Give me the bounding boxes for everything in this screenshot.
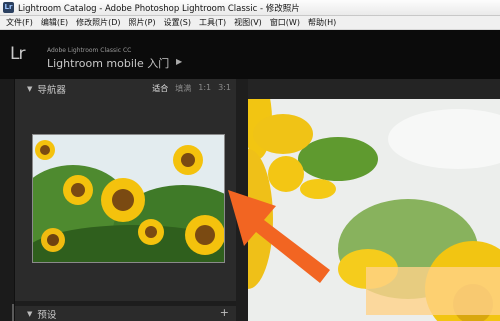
presets-title: 预设 bbox=[37, 309, 57, 321]
navigator-zoom-options: 适合 填满 1:1 3:1 bbox=[152, 83, 231, 94]
left-edge-scrollbar[interactable] bbox=[0, 79, 14, 321]
menu-develop[interactable]: 修改照片(D) bbox=[72, 17, 124, 28]
menu-help[interactable]: 帮助(H) bbox=[304, 17, 340, 28]
zoom-fill[interactable]: 填满 bbox=[175, 83, 191, 94]
presets-header[interactable]: ▼ 预设 + bbox=[15, 306, 237, 321]
window-title: Lightroom Catalog - Adobe Photoshop Ligh… bbox=[18, 3, 300, 14]
left-panel: ▼ 导航器 适合 填满 1:1 3:1 ▼ 预设 + bbox=[14, 79, 237, 321]
product-name: Adobe Lightroom Classic CC bbox=[47, 47, 132, 54]
panel-gutter bbox=[236, 79, 248, 321]
menu-settings[interactable]: 设置(S) bbox=[160, 17, 195, 28]
lightroom-app-icon: Lr bbox=[3, 2, 14, 13]
lr-logo: Lr bbox=[10, 44, 26, 64]
menu-view[interactable]: 视图(V) bbox=[230, 17, 266, 28]
menu-window[interactable]: 窗口(W) bbox=[266, 17, 304, 28]
sunflower-main-image bbox=[248, 99, 500, 321]
zoom-fit[interactable]: 适合 bbox=[152, 83, 168, 94]
panel-collapse-triangle-icon[interactable]: ▼ bbox=[27, 310, 32, 318]
main-image-view[interactable] bbox=[248, 99, 500, 321]
menu-edit[interactable]: 编辑(E) bbox=[37, 17, 72, 28]
panel-collapse-triangle-icon[interactable]: ▼ bbox=[27, 85, 32, 93]
navigator-header[interactable]: ▼ 导航器 适合 填满 1:1 3:1 bbox=[15, 79, 237, 98]
identity-plate: Lr Adobe Lightroom Classic CC Lightroom … bbox=[0, 30, 500, 79]
menu-tools[interactable]: 工具(T) bbox=[195, 17, 230, 28]
zoom-1-1[interactable]: 1:1 bbox=[198, 83, 211, 94]
mobile-arrow-icon[interactable]: ▶ bbox=[176, 57, 182, 66]
sunflower-thumbnail-image bbox=[33, 135, 224, 262]
zoom-3-1[interactable]: 3:1 bbox=[218, 83, 231, 94]
menu-photo[interactable]: 照片(P) bbox=[125, 17, 160, 28]
navigator-preview-thumbnail[interactable] bbox=[32, 134, 225, 263]
main-toolbar-area bbox=[248, 79, 500, 99]
menu-file[interactable]: 文件(F) bbox=[2, 17, 37, 28]
window-titlebar: Lr Lightroom Catalog - Adobe Photoshop L… bbox=[0, 0, 500, 16]
menu-bar: 文件(F) 编辑(E) 修改照片(D) 照片(P) 设置(S) 工具(T) 视图… bbox=[0, 16, 500, 30]
add-preset-icon[interactable]: + bbox=[220, 306, 229, 319]
navigator-title: 导航器 bbox=[37, 84, 66, 96]
lightroom-mobile-link[interactable]: Lightroom mobile 入门 bbox=[47, 55, 169, 71]
